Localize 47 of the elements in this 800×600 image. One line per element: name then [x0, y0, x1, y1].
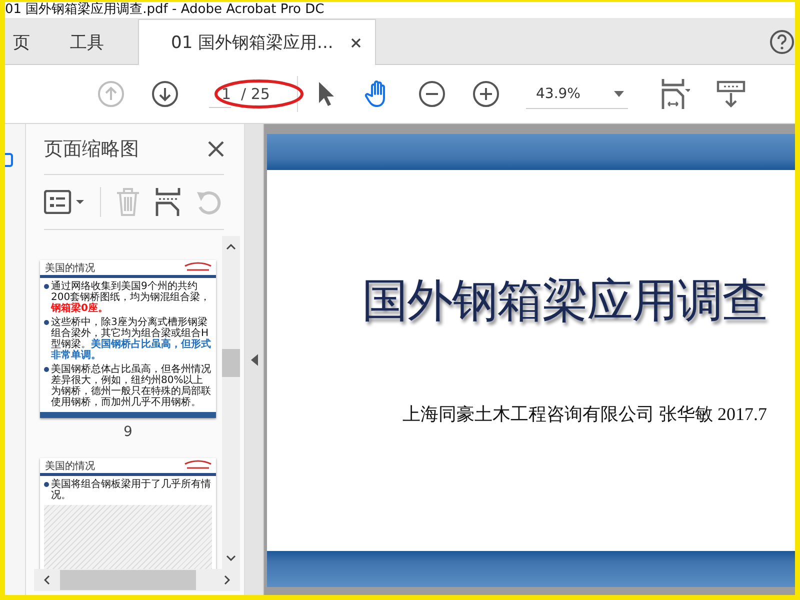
bullet-icon — [44, 284, 49, 289]
logo-icon — [183, 460, 213, 472]
bullet-icon — [44, 367, 49, 372]
close-icon[interactable] — [351, 38, 362, 48]
tab[interactable]: 工具 — [50, 20, 138, 64]
page-label: 9 — [124, 424, 132, 440]
chevron-up-icon[interactable] — [226, 244, 236, 250]
bullet-text: 美国钢桥总体占比虽高，但各州情况差异很大，例如，纽约州80%以上为钢桥，德州一般只在特殊的局部联使用钢桥，而加州几乎不用钢桥。 — [51, 364, 212, 408]
zoom-field[interactable]: 43.9% — [526, 80, 628, 108]
caret-icon[interactable] — [614, 90, 624, 96]
fit-page-icon[interactable] — [660, 78, 690, 110]
close-icon[interactable] — [208, 141, 224, 157]
panel-collapse-handle[interactable] — [245, 124, 264, 595]
triangle-left-icon[interactable] — [250, 354, 258, 366]
chevron-left-icon[interactable] — [44, 575, 50, 585]
thumbnail-options-icon[interactable] — [44, 190, 86, 214]
zoom-out-icon[interactable] — [418, 80, 446, 108]
page-thumbnail[interactable]: 美国的情况 美国将组合钢板梁用于了几乎所有情况。 — [40, 458, 216, 569]
bullet-text: 美国将组合钢板梁用于了几乎所有情况。 — [51, 479, 212, 501]
slide-subtitle: 上海同豪土木工程咨询有限公司 张华敏 2017.7 — [402, 403, 767, 426]
scrollbar-thumb[interactable] — [60, 570, 196, 590]
panel-title: 页面缩略图 — [44, 137, 139, 162]
page-thumbnail[interactable]: 美国的情况 通过网络收集到美国9个州的共约200套钢桥图纸，均为钢混组合梁， 钢箱梁0座。 这些桥中，除3座为分离式槽形钢梁组合梁外，其它均为组合梁或组合H型钢梁。美国钢桥占比虽高，但形式非常单调。 美国钢桥总体占比虽高，但各州情况差异很大，例如，纽约州80%以上为钢桥，德州一般只在特殊的局部联使用钢桥，而加州几乎不用钢桥。 — [40, 260, 216, 418]
tab[interactable]: 01 国外钢箱梁应用... — [138, 19, 376, 65]
logo-icon — [183, 262, 213, 274]
horizontal-scrollbar[interactable] — [34, 569, 240, 591]
bullet-icon — [44, 320, 49, 325]
bullet-icon — [44, 482, 49, 487]
chevron-down-icon[interactable] — [226, 555, 236, 561]
slide-title: 国外钢箱梁应用调查 — [362, 272, 767, 329]
page-number-field[interactable]: 1 — [209, 80, 231, 108]
tab[interactable]: 页 — [5, 20, 50, 64]
bullet-text: 通过网络收集到美国9个州的共约200套钢桥图纸，均为钢混组合梁， 钢箱梁0座。 — [51, 281, 212, 314]
help-icon[interactable] — [769, 29, 795, 55]
bullet-text: 这些桥中，除3座为分离式槽形钢梁组合梁外，其它均为组合梁或组合H型钢梁。美国钢桥占比虽高，但形式非常单调。 — [51, 317, 212, 361]
scrollbar-thumb[interactable] — [222, 348, 240, 376]
arrow-down-icon[interactable] — [151, 80, 179, 108]
slide-heading: 美国的情况 — [45, 262, 95, 275]
thumbnails-icon[interactable] — [5, 152, 13, 168]
slide-heading: 美国的情况 — [45, 460, 95, 473]
chevron-right-icon[interactable] — [224, 575, 230, 585]
window-title: 01 国外钢箱梁应用调查.pdf - Adobe Acrobat Pro DC — [5, 2, 324, 18]
page-count: / 25 — [241, 85, 271, 103]
scroll-mode-icon[interactable] — [716, 80, 746, 108]
vertical-scrollbar[interactable] — [222, 236, 240, 569]
extract-page-icon[interactable] — [155, 187, 181, 217]
zoom-in-icon[interactable] — [472, 80, 500, 108]
